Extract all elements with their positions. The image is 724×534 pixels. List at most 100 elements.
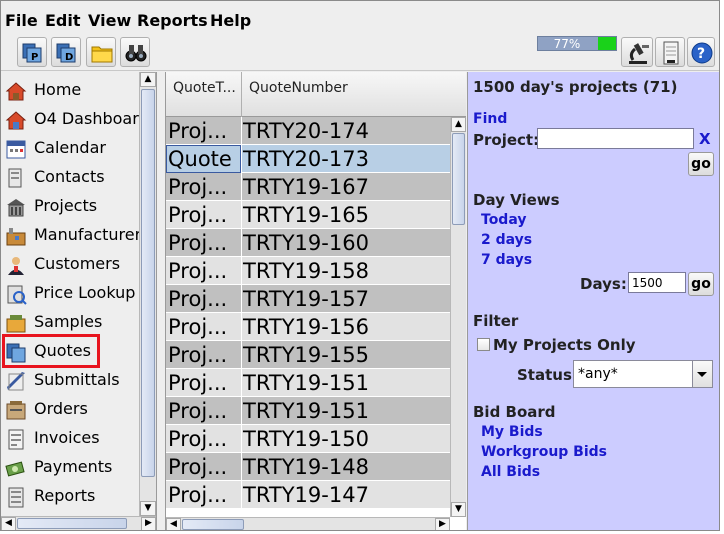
folder-toolbar-button[interactable] xyxy=(86,37,116,67)
quote-type-cell[interactable]: Proj... xyxy=(166,341,241,369)
table-vertical-scrollbar[interactable]: ▲ ▼ xyxy=(450,117,466,517)
scroll-right-arrow[interactable]: ▶ xyxy=(435,518,450,530)
quote-number-cell[interactable]: TRTY19-155 xyxy=(242,341,450,369)
chevron-down-icon[interactable] xyxy=(692,361,712,387)
sidebar-item-price-lookup[interactable]: Price Lookup xyxy=(4,280,139,306)
table-row[interactable]: Proj... TRTY19-156 xyxy=(166,313,450,341)
scroll-thumb[interactable] xyxy=(452,133,465,225)
scroll-down-arrow[interactable]: ▼ xyxy=(140,501,156,516)
sidebar-item-contacts[interactable]: Contacts xyxy=(4,164,139,190)
table-row[interactable]: Proj... TRTY19-155 xyxy=(166,341,450,369)
table-row[interactable]: Proj... TRTY19-157 xyxy=(166,285,450,313)
quote-type-cell[interactable]: Proj... xyxy=(166,481,241,509)
quote-type-cell[interactable]: Proj... xyxy=(166,313,241,341)
quote-type-cell[interactable]: Proj... xyxy=(166,117,241,145)
scroll-thumb[interactable] xyxy=(141,89,155,477)
quote-type-cell[interactable]: Proj... xyxy=(166,453,241,481)
sidebar-item-samples[interactable]: Samples xyxy=(4,309,139,335)
table-row[interactable]: Proj... TRTY19-167 xyxy=(166,173,450,201)
notepad-toolbar-button[interactable] xyxy=(655,37,685,67)
sidebar-item-o4-dashboard[interactable]: O4 Dashboard xyxy=(4,106,139,132)
day-view-2-days-link[interactable]: 2 days xyxy=(481,232,532,248)
table-row[interactable]: Proj... TRTY19-151 xyxy=(166,369,450,397)
days-input[interactable] xyxy=(628,272,686,293)
search-toolbar-button[interactable] xyxy=(120,37,150,67)
scroll-right-arrow[interactable]: ▶ xyxy=(141,517,156,530)
workgroup-bids-link[interactable]: Workgroup Bids xyxy=(481,444,607,460)
menu-view[interactable]: View xyxy=(88,11,131,30)
quote-type-cell[interactable]: Proj... xyxy=(166,369,241,397)
project-go-button[interactable]: go xyxy=(688,152,714,176)
sidebar-item-home[interactable]: Home xyxy=(4,77,139,103)
sidebar-item-calendar[interactable]: Calendar xyxy=(4,135,139,161)
menu-edit[interactable]: Edit xyxy=(45,11,81,30)
find-link[interactable]: Find xyxy=(473,111,507,127)
quote-type-cell[interactable]: Proj... xyxy=(166,257,241,285)
menu-file[interactable]: File xyxy=(5,11,38,30)
quote-number-cell[interactable]: TRTY19-160 xyxy=(242,229,450,257)
day-view-today-link[interactable]: Today xyxy=(481,212,526,228)
my-bids-link[interactable]: My Bids xyxy=(481,424,543,440)
quote-type-cell[interactable]: Proj... xyxy=(166,229,241,257)
sidebar-vertical-scrollbar[interactable]: ▲ ▼ xyxy=(139,72,156,516)
sidebar-item-payments[interactable]: Payments xyxy=(4,454,139,480)
table-horizontal-scrollbar[interactable]: ◀ ▶ xyxy=(166,517,450,530)
help-toolbar-button[interactable]: ? xyxy=(687,37,715,67)
sidebar-item-reports[interactable]: Reports xyxy=(4,483,139,509)
scroll-thumb[interactable] xyxy=(182,519,244,530)
sidebar-item-submittals[interactable]: Submittals xyxy=(4,367,139,393)
days-go-button[interactable]: go xyxy=(688,272,714,296)
quote-type-cell[interactable]: Proj... xyxy=(166,285,241,313)
microscope-toolbar-button[interactable] xyxy=(621,37,653,67)
day-view-7-days-link[interactable]: 7 days xyxy=(481,252,532,268)
quote-number-cell[interactable]: TRTY19-151 xyxy=(242,369,450,397)
table-row[interactable]: Proj... TRTY19-165 xyxy=(166,201,450,229)
table-row[interactable]: Proj... TRTY19-158 xyxy=(166,257,450,285)
quote-number-cell[interactable]: TRTY19-150 xyxy=(242,425,450,453)
sidebar-item-orders[interactable]: Orders xyxy=(4,396,139,422)
status-dropdown[interactable]: *any* xyxy=(573,360,713,388)
quote-number-cell[interactable]: TRTY19-151 xyxy=(242,397,450,425)
scroll-up-arrow[interactable]: ▲ xyxy=(140,72,156,87)
my-projects-checkbox[interactable] xyxy=(477,338,490,351)
quote-type-cell[interactable]: Quote xyxy=(166,145,241,173)
quote-number-cell[interactable]: TRTY19-148 xyxy=(242,453,450,481)
quote-number-cell[interactable]: TRTY19-157 xyxy=(242,285,450,313)
quote-number-cell[interactable]: TRTY19-147 xyxy=(242,481,450,509)
table-row[interactable]: Proj... TRTY19-160 xyxy=(166,229,450,257)
quote-number-cell[interactable]: TRTY20-173 xyxy=(242,145,450,173)
clear-project-button[interactable]: X xyxy=(699,130,711,148)
table-row[interactable]: Proj... TRTY20-174 xyxy=(166,117,450,145)
scroll-left-arrow[interactable]: ◀ xyxy=(166,518,181,530)
table-row[interactable]: Proj... TRTY19-148 xyxy=(166,453,450,481)
sidebar-item-manufacturers[interactable]: Manufacturers xyxy=(4,222,139,248)
table-row[interactable]: Proj... TRTY19-150 xyxy=(166,425,450,453)
projects-toolbar-button[interactable]: P xyxy=(17,37,47,67)
quote-type-cell[interactable]: Proj... xyxy=(166,201,241,229)
scroll-left-arrow[interactable]: ◀ xyxy=(1,517,16,530)
table-row[interactable]: Quote TRTY20-173 xyxy=(166,145,450,173)
documents-toolbar-button[interactable]: D xyxy=(51,37,81,67)
project-search-input[interactable] xyxy=(537,128,694,149)
quote-number-cell[interactable]: TRTY20-174 xyxy=(242,117,450,145)
quote-number-cell[interactable]: TRTY19-165 xyxy=(242,201,450,229)
table-row[interactable]: Proj... TRTY19-151 xyxy=(166,397,450,425)
scroll-up-arrow[interactable]: ▲ xyxy=(451,117,466,132)
quote-type-cell[interactable]: Proj... xyxy=(166,397,241,425)
all-bids-link[interactable]: All Bids xyxy=(481,464,540,480)
quote-number-cell[interactable]: TRTY19-167 xyxy=(242,173,450,201)
sidebar-item-customers[interactable]: Customers xyxy=(4,251,139,277)
quote-number-cell[interactable]: TRTY19-156 xyxy=(242,313,450,341)
sidebar-item-invoices[interactable]: Invoices xyxy=(4,425,139,451)
menu-help[interactable]: Help xyxy=(210,11,251,30)
scroll-down-arrow[interactable]: ▼ xyxy=(451,502,466,517)
my-projects-label[interactable]: My Projects Only xyxy=(493,336,636,354)
quote-type-cell[interactable]: Proj... xyxy=(166,173,241,201)
scroll-thumb[interactable] xyxy=(17,518,127,529)
column-header-quote-number[interactable]: QuoteNumber xyxy=(242,72,466,117)
quote-number-cell[interactable]: TRTY19-158 xyxy=(242,257,450,285)
column-header-quote-type[interactable]: QuoteT... xyxy=(166,72,242,117)
table-row[interactable]: Proj... TRTY19-147 xyxy=(166,481,450,509)
sidebar-item-projects[interactable]: Projects xyxy=(4,193,139,219)
menu-reports[interactable]: Reports xyxy=(137,11,208,30)
